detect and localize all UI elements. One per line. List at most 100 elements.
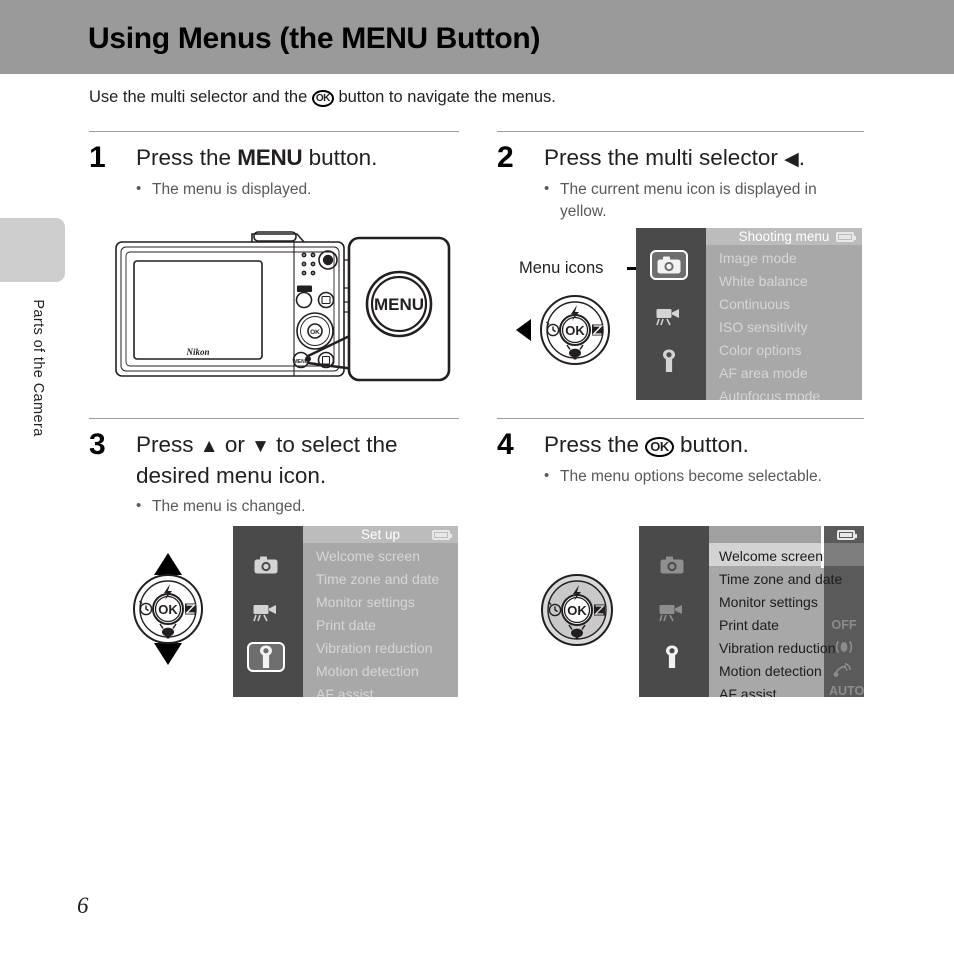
camera-icon	[254, 556, 278, 574]
menu-item[interactable]: AF area mode	[719, 365, 808, 381]
tab-icon-movie[interactable]	[247, 597, 285, 627]
ok-button-icon: OK	[311, 90, 334, 107]
up-arrow-icon: ▲	[199, 436, 219, 457]
setup-menu-screen-dimmed: Set up Welcome screen Time zone and date…	[233, 526, 458, 697]
menu-item[interactable]: Print date	[719, 617, 779, 633]
left-arrow-icon: ◀	[784, 149, 799, 170]
intro-paragraph: Use the multi selector and the OK button…	[89, 88, 556, 107]
value-print-date: OFF	[831, 618, 857, 632]
svg-text:OK: OK	[310, 329, 320, 336]
menu-item[interactable]: Monitor settings	[316, 594, 415, 610]
menu-item[interactable]: Continuous	[719, 296, 790, 312]
menu-item[interactable]: Motion detection	[719, 663, 822, 679]
step-divider	[89, 131, 459, 132]
menu-icons-callout-label: Menu icons	[519, 259, 604, 277]
step-1-heading-after: button.	[302, 145, 378, 170]
menu-item[interactable]: Color options	[719, 342, 802, 358]
tab-icon-shooting[interactable]	[653, 550, 691, 580]
page-title-after: Button)	[427, 22, 541, 55]
step-2-heading-before: Press the multi selector	[544, 145, 785, 170]
wrench-icon	[260, 645, 272, 668]
menu-item[interactable]: Monitor settings	[719, 594, 818, 610]
svg-text:OK: OK	[565, 323, 585, 338]
menu-item[interactable]: AF assist	[316, 686, 374, 697]
multi-selector-dial-ok: OK	[541, 574, 613, 646]
step-4-bullet-text: The menu options become selectable.	[560, 468, 822, 485]
tab-icon-movie[interactable]	[650, 301, 688, 331]
step-1-heading-before: Press the	[136, 145, 238, 170]
step-divider	[497, 131, 864, 132]
motion-detection-icon	[832, 661, 854, 684]
step-1-bullet: • The menu is displayed.	[136, 179, 452, 201]
tab-icon-setup[interactable]	[650, 346, 688, 376]
step-3-bullet-text: The menu is changed.	[152, 498, 306, 515]
wrench-icon	[663, 349, 675, 372]
menu-item[interactable]: White balance	[719, 273, 808, 289]
down-direction-arrow	[154, 643, 182, 665]
battery-icon	[432, 530, 452, 540]
menu-button-callout-label: MENU	[374, 295, 424, 314]
page-title-menu-word: MENU	[341, 22, 428, 55]
step-4-heading-after: button.	[673, 432, 749, 457]
menu-item[interactable]: Print date	[316, 617, 376, 633]
step-divider	[89, 418, 459, 419]
menu-item[interactable]: Image mode	[719, 250, 797, 266]
menu-item[interactable]: Vibration reduction	[719, 640, 835, 656]
shooting-menu-screen: Shooting menu Image mode White balance C…	[636, 228, 862, 400]
step-4-heading-before: Press the	[544, 432, 646, 457]
vr-icon	[834, 638, 854, 661]
step-3-heading-mid: or	[218, 432, 252, 457]
camera-icon	[657, 256, 681, 274]
page-number: 6	[77, 893, 89, 918]
battery-icon	[836, 232, 856, 242]
step-2-bullet: • The current menu icon is displayed in y…	[544, 179, 850, 223]
tab-icon-movie[interactable]	[653, 597, 691, 627]
step-2-number: 2	[497, 141, 514, 174]
camera-brand-label: Nikon	[185, 347, 209, 357]
tab-icon-setup[interactable]	[247, 642, 285, 672]
up-direction-arrow	[154, 553, 182, 575]
page-title: Using Menus (the MENU Button)	[88, 22, 540, 56]
tab-icon-setup[interactable]	[653, 642, 691, 672]
bullet-dot: •	[136, 497, 142, 514]
section-tab-label: Parts of the Camera	[30, 299, 46, 437]
step-3-number: 3	[89, 428, 106, 461]
menu-item[interactable]: ISO sensitivity	[719, 319, 808, 335]
menu-button-callout: MENU	[347, 236, 451, 382]
step-4-number: 4	[497, 428, 514, 461]
highlighted-row-value	[824, 543, 864, 566]
menu-button-word: MENU	[237, 145, 303, 170]
step-2-heading-after: .	[798, 145, 805, 170]
down-arrow-icon: ▼	[251, 436, 270, 457]
menu-item[interactable]: Autofocus mode	[719, 388, 820, 400]
wrench-icon	[666, 645, 678, 668]
tab-icon-shooting[interactable]	[247, 550, 285, 580]
page-title-before: Using Menus (the	[88, 22, 342, 55]
menu-item[interactable]: Time zone and date	[719, 571, 842, 587]
tab-icon-shooting[interactable]	[650, 250, 688, 280]
movie-camera-icon	[253, 605, 276, 622]
step-4-bullet: • The menu options become selectable.	[544, 466, 890, 488]
multi-selector-dial-updown: OK	[133, 553, 203, 665]
menu-item[interactable]: Time zone and date	[316, 571, 439, 587]
bullet-dot: •	[544, 467, 550, 484]
step-1-heading: Press the MENU button.	[136, 143, 377, 172]
intro-text-before: Use the multi selector and the	[89, 88, 312, 106]
svg-text:OK: OK	[158, 602, 178, 617]
menu-item[interactable]: Motion detection	[316, 663, 419, 679]
bullet-dot: •	[136, 180, 142, 197]
multi-selector-dial-left: OK	[516, 295, 610, 365]
menu-item[interactable]: Welcome screen	[719, 548, 823, 564]
menu-item[interactable]: Vibration reduction	[316, 640, 432, 656]
movie-camera-icon	[659, 605, 682, 622]
intro-text-after: button to navigate the menus.	[333, 88, 556, 106]
menu-item[interactable]: Welcome screen	[316, 548, 420, 564]
step-divider	[497, 418, 864, 419]
menu-item[interactable]: AF assist	[719, 686, 777, 697]
left-direction-arrow	[516, 319, 531, 341]
step-3-heading-before: Press	[136, 432, 200, 457]
step-2-bullet-text: The current menu icon is displayed in ye…	[560, 181, 817, 220]
movie-camera-icon	[656, 309, 679, 326]
camera-icon	[660, 556, 684, 574]
step-3-bullet: • The menu is changed.	[136, 496, 452, 518]
